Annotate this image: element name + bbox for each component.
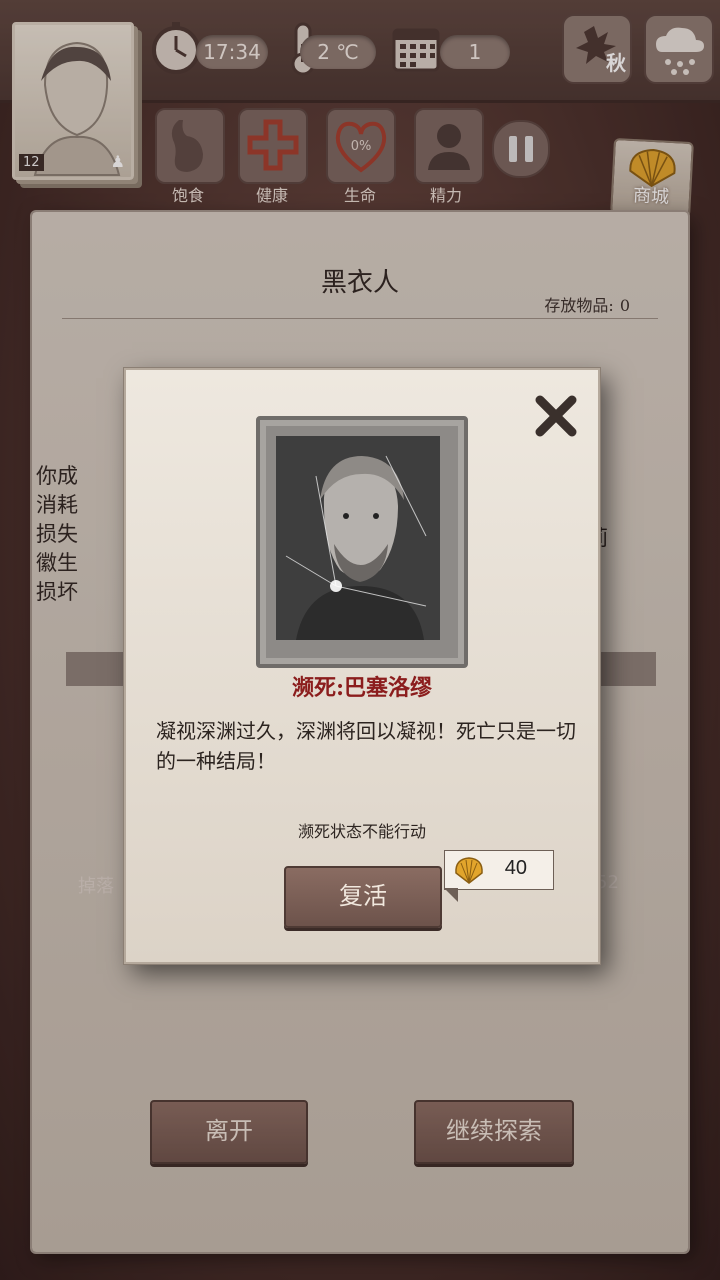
hero-portrait-frame xyxy=(256,416,468,668)
badge-tail xyxy=(444,888,458,902)
near-death-dialog: 濒死:巴塞洛缪 凝视深渊过久，深渊将回以凝视！死亡只是一切的一种结局！ 濒死状态… xyxy=(124,368,600,964)
near-death-hint: 濒死状态不能行动 xyxy=(297,822,426,841)
revive-button[interactable]: 复活 xyxy=(284,866,442,928)
revive-cost: 40 xyxy=(504,857,527,879)
hero-description: 凝视深渊过久，深渊将回以凝视！死亡只是一切的一种结局！ xyxy=(156,719,576,773)
hero-portrait xyxy=(276,436,440,640)
hero-name: 濒死:巴塞洛缪 xyxy=(291,675,433,701)
close-icon[interactable] xyxy=(530,390,582,442)
revive-cost-badge: 40 xyxy=(444,850,554,902)
shell-currency-icon xyxy=(455,857,483,884)
